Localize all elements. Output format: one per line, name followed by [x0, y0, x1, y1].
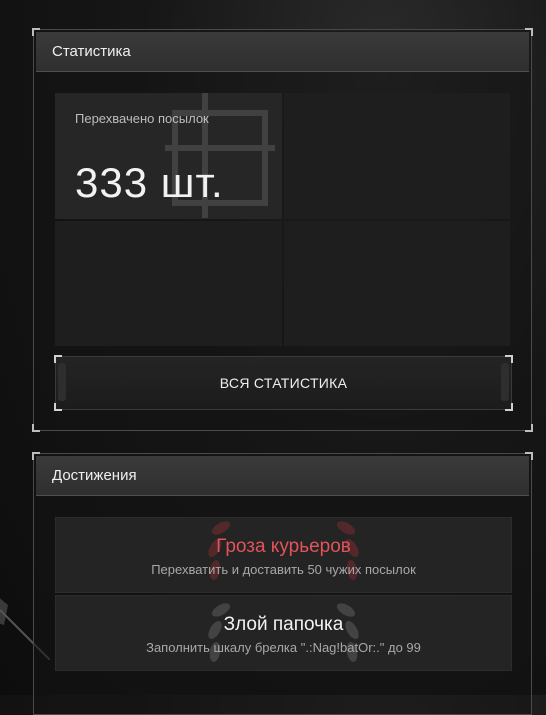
achievement-item[interactable]: Злой папочка Заполнить шкалу брелка ".:N… — [55, 595, 512, 671]
stat-cell-empty — [55, 220, 282, 346]
achievement-description: Заполнить шкалу брелка ".:Nag!batOr:." д… — [146, 640, 421, 655]
stat-cell-empty — [283, 93, 510, 219]
all-statistics-button[interactable]: ВСЯ СТАТИСТИКА — [54, 355, 513, 411]
stat-value: 333 шт. — [75, 159, 224, 206]
achievements-header: Достижения — [36, 456, 529, 496]
achievement-description: Перехватить и доставить 50 чужих посылок — [151, 562, 416, 577]
achievement-title: Злой папочка — [223, 614, 344, 635]
statistics-header: Статистика — [36, 32, 529, 72]
all-statistics-label: ВСЯ СТАТИСТИКА — [219, 375, 348, 391]
stat-cell-empty — [283, 220, 510, 346]
achievement-item[interactable]: Гроза курьеров Перехватить и доставить 5… — [55, 517, 512, 593]
stat-cell-intercepted-parcels[interactable]: Перехвачено посылок 333 шт. — [55, 93, 282, 219]
achievements-panel: Достижения Гроза курьеров Перехватить и … — [32, 452, 533, 715]
statistics-grid: Перехвачено посылок 333 шт. — [55, 93, 510, 346]
statistics-panel: Статистика Перехвачено посылок 333 шт. В… — [32, 28, 533, 432]
stat-label: Перехвачено посылок — [75, 111, 209, 126]
achievement-title: Гроза курьеров — [216, 536, 351, 557]
